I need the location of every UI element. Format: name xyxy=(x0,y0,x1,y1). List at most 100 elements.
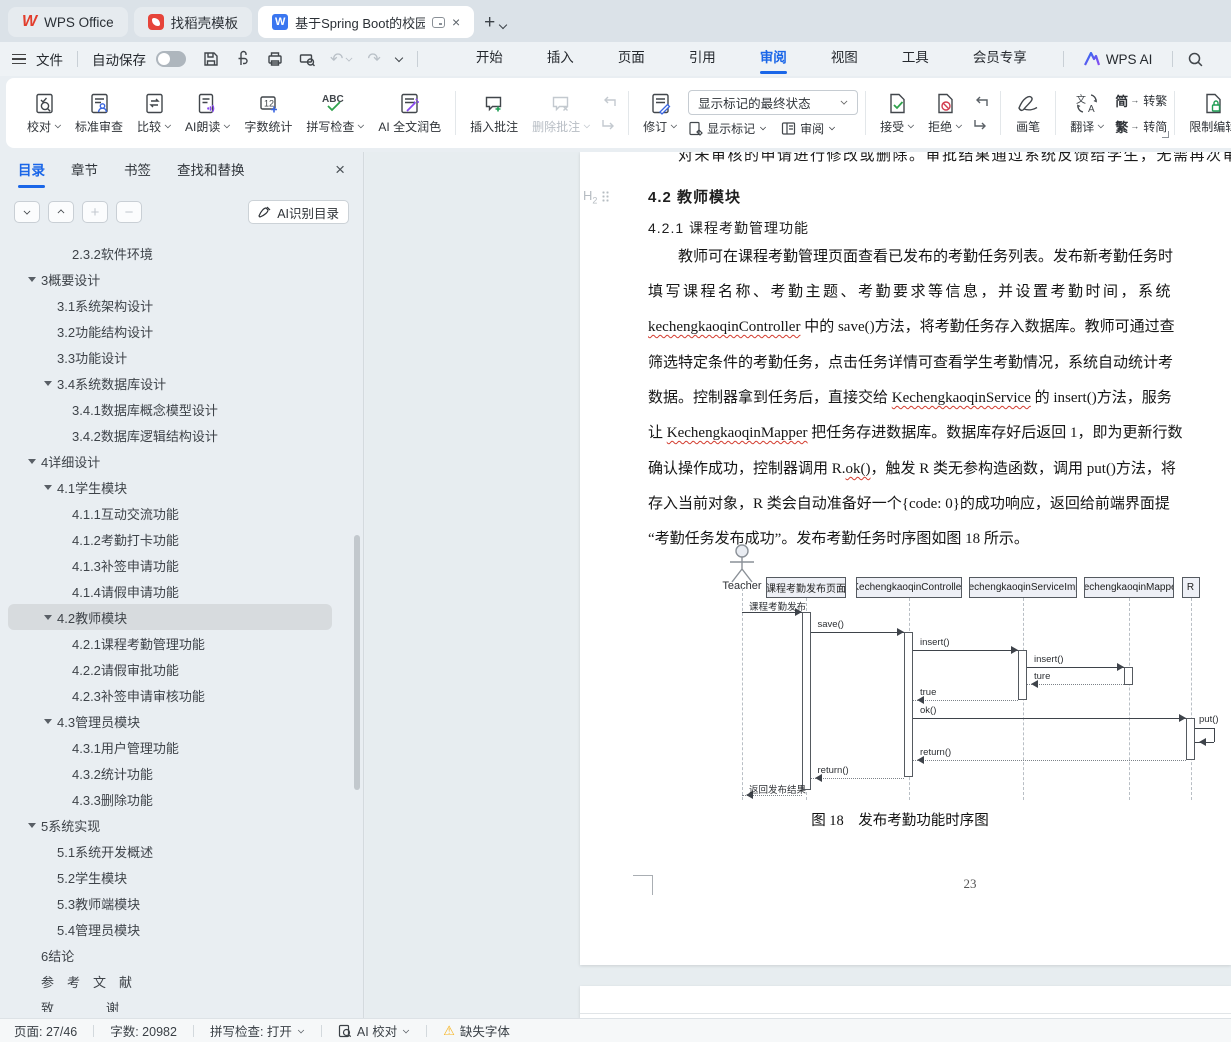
translate-button[interactable]: 文A 翻译 xyxy=(1063,83,1111,143)
sidebar-tab-chapters[interactable]: 章节 xyxy=(71,152,98,192)
next-change-icon[interactable] xyxy=(973,117,989,130)
toc-item[interactable]: 4.2.2请假审批功能 xyxy=(8,656,332,682)
toc-item[interactable]: 参 考 文 献 xyxy=(8,968,332,994)
toc-item[interactable]: 4.2.3补签申请审核功能 xyxy=(8,682,332,708)
word-count-button[interactable]: 12 字数统计 xyxy=(237,83,299,143)
export-pdf-icon[interactable] xyxy=(234,50,252,68)
sidebar-tab-find-replace[interactable]: 查找和替换 xyxy=(177,152,245,192)
sidebar-scrollbar[interactable] xyxy=(354,535,360,790)
ai-proofread-status[interactable]: AI 校对 xyxy=(338,1021,410,1040)
reject-button[interactable]: 拒绝 xyxy=(921,83,969,143)
menu-tab-insert[interactable]: 插入 xyxy=(525,42,596,76)
menu-tab-review[interactable]: 审阅 xyxy=(738,42,809,76)
toc-item[interactable]: 4.3.3删除功能 xyxy=(8,786,332,812)
collapse-caret-icon[interactable] xyxy=(28,276,36,282)
toc-item[interactable]: 4.1.3补签申请功能 xyxy=(8,552,332,578)
translate-dialog-launcher-icon[interactable] xyxy=(1162,131,1170,138)
compare-button[interactable]: 比较 xyxy=(130,83,178,143)
toc-item[interactable]: 2.3.2软件环境 xyxy=(8,240,332,266)
previous-change-icon[interactable] xyxy=(973,96,989,109)
sidebar-tab-toc[interactable]: 目录 xyxy=(18,152,45,192)
toc-item[interactable]: 4.3.1用户管理功能 xyxy=(8,734,332,760)
track-changes-button[interactable]: 修订 xyxy=(636,83,684,143)
tab-widget-icon[interactable] xyxy=(431,16,445,28)
quickbar-more-chevron-icon[interactable] xyxy=(395,55,403,63)
menu-tab-page[interactable]: 页面 xyxy=(596,42,667,76)
autosave-toggle[interactable] xyxy=(156,51,186,67)
tab-list-chevron-icon[interactable] xyxy=(499,22,507,30)
spell-check-status[interactable]: 拼写检查: 打开 xyxy=(210,1021,305,1040)
spell-check-button[interactable]: ABC 拼写检查 xyxy=(299,83,371,143)
toc-item[interactable]: 5.3教师端模块 xyxy=(8,890,332,916)
file-menu[interactable]: 文件 xyxy=(36,49,63,69)
toc-item[interactable]: 3.4系统数据库设计 xyxy=(8,370,332,396)
toc-item[interactable]: 4.1学生模块 xyxy=(8,474,332,500)
collapse-caret-icon[interactable] xyxy=(28,822,36,828)
insert-comment-button[interactable]: 插入批注 xyxy=(463,83,525,143)
print-icon[interactable] xyxy=(266,50,284,68)
toc-item[interactable]: 4.2教师模块 xyxy=(8,604,332,630)
toc-item[interactable]: 6结论 xyxy=(8,942,332,968)
menu-tab-view[interactable]: 视图 xyxy=(809,42,880,76)
menu-tab-reference[interactable]: 引用 xyxy=(667,42,738,76)
markup-state-select[interactable]: 显示标记的最终状态 xyxy=(688,89,859,115)
collapse-caret-icon[interactable] xyxy=(44,614,52,620)
toc-item[interactable]: 5.4管理员模块 xyxy=(8,916,332,942)
toc-item[interactable]: 3概要设计 xyxy=(8,266,332,292)
review-pane-button[interactable]: 审阅 xyxy=(781,120,836,137)
toc-collapse-button[interactable] xyxy=(48,201,74,223)
ai-recognize-toc-button[interactable]: AI识别目录 xyxy=(248,200,349,224)
toc-item[interactable]: 4详细设计 xyxy=(8,448,332,474)
toc-item[interactable]: 5.2学生模块 xyxy=(8,864,332,890)
proofread-button[interactable]: 校对 xyxy=(20,83,68,143)
standard-review-button[interactable]: 标准审查 xyxy=(68,83,130,143)
collapse-caret-icon[interactable] xyxy=(44,484,52,490)
drag-handle-icon[interactable] xyxy=(602,191,610,203)
toc-item[interactable]: 5系统实现 xyxy=(8,812,332,838)
toc-item[interactable]: 致 谢 xyxy=(8,994,332,1013)
toc-item[interactable]: 4.2.1课程考勤管理功能 xyxy=(8,630,332,656)
toc-item[interactable]: 4.3管理员模块 xyxy=(8,708,332,734)
toc-item[interactable]: 4.3.2统计功能 xyxy=(8,760,332,786)
collapse-caret-icon[interactable] xyxy=(28,458,36,464)
restrict-editing-button[interactable]: 限制编辑 xyxy=(1182,83,1231,143)
search-icon[interactable] xyxy=(1187,51,1204,68)
toc-item[interactable]: 3.2功能结构设计 xyxy=(8,318,332,344)
collapse-caret-icon[interactable] xyxy=(44,380,52,386)
to-simplified-button[interactable]: 繁 → 转简 xyxy=(1115,117,1167,136)
word-count-status[interactable]: 字数: 20982 xyxy=(110,1021,177,1040)
toc-item[interactable]: 4.1.4请假申请功能 xyxy=(8,578,332,604)
toc-expand-button[interactable] xyxy=(14,201,40,223)
wps-ai-button[interactable]: WPS AI xyxy=(1083,52,1152,67)
new-tab-button[interactable]: + xyxy=(484,12,495,34)
toc-item[interactable]: 3.4.1数据库概念模型设计 xyxy=(8,396,332,422)
tab-wps-office[interactable]: W WPS Office xyxy=(8,7,128,37)
document-page[interactable]: 对未审核的申请进行修改或删除。审批结果通过系统反馈给学生，无需再次审核流程 H2… xyxy=(580,152,1231,965)
heading-level-marker[interactable]: H2 xyxy=(583,188,610,206)
toc-item[interactable]: 3.3功能设计 xyxy=(8,344,332,370)
hamburger-icon[interactable] xyxy=(12,54,26,64)
menu-tab-start[interactable]: 开始 xyxy=(454,42,525,76)
missing-font-warning[interactable]: ⚠ 缺失字体 xyxy=(443,1021,510,1040)
tab-docer-templates[interactable]: 找稻壳模板 xyxy=(133,7,253,37)
ai-polish-button[interactable]: AI 全文润色 xyxy=(371,83,448,143)
toc-item[interactable]: 3.4.2数据库逻辑结构设计 xyxy=(8,422,332,448)
menu-tab-tools[interactable]: 工具 xyxy=(880,42,951,76)
sidebar-close-icon[interactable]: × xyxy=(335,160,345,180)
toc-item[interactable]: 5.1系统开发概述 xyxy=(8,838,332,864)
tab-close-icon[interactable]: × xyxy=(452,15,460,29)
pen-button[interactable]: 画笔 xyxy=(1008,83,1048,143)
toc-item[interactable]: 4.1.2考勤打卡功能 xyxy=(8,526,332,552)
save-icon[interactable] xyxy=(202,50,220,68)
collapse-caret-icon[interactable] xyxy=(44,718,52,724)
sidebar-tab-bookmarks[interactable]: 书签 xyxy=(124,152,151,192)
show-markup-button[interactable]: 显示标记 xyxy=(688,120,767,137)
to-traditional-button[interactable]: 简 → 转繁 xyxy=(1115,91,1167,110)
accept-button[interactable]: 接受 xyxy=(873,83,921,143)
print-preview-icon[interactable] xyxy=(298,50,316,68)
toc-item[interactable]: 3.1系统架构设计 xyxy=(8,292,332,318)
ai-read-button[interactable]: AI朗读 xyxy=(178,83,237,143)
menu-tab-member[interactable]: 会员专享 xyxy=(951,42,1049,76)
tab-document[interactable]: W 基于Spring Boot的校园学生 × xyxy=(258,6,475,38)
toc-item[interactable]: 4.1.1互动交流功能 xyxy=(8,500,332,526)
